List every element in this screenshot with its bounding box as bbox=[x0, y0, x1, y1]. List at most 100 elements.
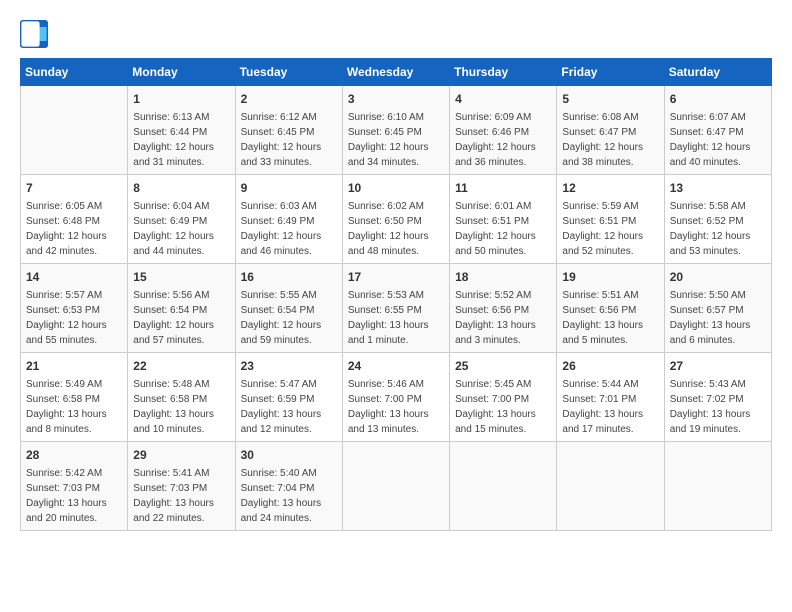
calendar-cell: 22 Sunrise: 5:48 AM Sunset: 6:58 PM Dayli… bbox=[128, 353, 235, 442]
cell-content: Sunrise: 5:42 AM Sunset: 7:03 PM Dayligh… bbox=[26, 466, 122, 526]
day-number: 16 bbox=[241, 268, 337, 286]
cell-content: Sunrise: 5:55 AM Sunset: 6:54 PM Dayligh… bbox=[241, 288, 337, 348]
header-row: SundayMondayTuesdayWednesdayThursdayFrid… bbox=[21, 59, 772, 86]
calendar-cell: 14 Sunrise: 5:57 AM Sunset: 6:53 PM Dayli… bbox=[21, 264, 128, 353]
cell-content: Sunrise: 6:10 AM Sunset: 6:45 PM Dayligh… bbox=[348, 110, 444, 170]
calendar-cell: 26 Sunrise: 5:44 AM Sunset: 7:01 PM Dayli… bbox=[557, 353, 664, 442]
logo bbox=[20, 20, 52, 48]
calendar-cell: 25 Sunrise: 5:45 AM Sunset: 7:00 PM Dayli… bbox=[450, 353, 557, 442]
cell-content: Sunrise: 5:57 AM Sunset: 6:53 PM Dayligh… bbox=[26, 288, 122, 348]
day-number: 20 bbox=[670, 268, 766, 286]
col-header-saturday: Saturday bbox=[664, 59, 771, 86]
day-number: 9 bbox=[241, 179, 337, 197]
calendar-cell: 23 Sunrise: 5:47 AM Sunset: 6:59 PM Dayli… bbox=[235, 353, 342, 442]
day-number: 13 bbox=[670, 179, 766, 197]
cell-content: Sunrise: 5:56 AM Sunset: 6:54 PM Dayligh… bbox=[133, 288, 229, 348]
day-number: 26 bbox=[562, 357, 658, 375]
calendar-cell: 10Sunrise: 6:02 AM Sunset: 6:50 PM Dayli… bbox=[342, 175, 449, 264]
cell-content: Sunrise: 6:09 AM Sunset: 6:46 PM Dayligh… bbox=[455, 110, 551, 170]
day-number: 19 bbox=[562, 268, 658, 286]
calendar-cell bbox=[342, 442, 449, 531]
week-row-4: 21Sunrise: 5:49 AM Sunset: 6:58 PM Dayli… bbox=[21, 353, 772, 442]
cell-content: Sunrise: 5:46 AM Sunset: 7:00 PM Dayligh… bbox=[348, 377, 444, 437]
calendar-cell: 12Sunrise: 5:59 AM Sunset: 6:51 PM Dayli… bbox=[557, 175, 664, 264]
calendar-cell: 27Sunrise: 5:43 AM Sunset: 7:02 PM Dayli… bbox=[664, 353, 771, 442]
calendar-cell: 4 Sunrise: 6:09 AM Sunset: 6:46 PM Daylig… bbox=[450, 86, 557, 175]
day-number: 1 bbox=[133, 90, 229, 108]
calendar-cell bbox=[664, 442, 771, 531]
day-number: 27 bbox=[670, 357, 766, 375]
col-header-monday: Monday bbox=[128, 59, 235, 86]
cell-content: Sunrise: 5:58 AM Sunset: 6:52 PM Dayligh… bbox=[670, 199, 766, 259]
cell-content: Sunrise: 5:41 AM Sunset: 7:03 PM Dayligh… bbox=[133, 466, 229, 526]
col-header-thursday: Thursday bbox=[450, 59, 557, 86]
calendar-cell: 19Sunrise: 5:51 AM Sunset: 6:56 PM Dayli… bbox=[557, 264, 664, 353]
cell-content: Sunrise: 6:13 AM Sunset: 6:44 PM Dayligh… bbox=[133, 110, 229, 170]
week-row-5: 28 Sunrise: 5:42 AM Sunset: 7:03 PM Dayli… bbox=[21, 442, 772, 531]
calendar-cell: 11 Sunrise: 6:01 AM Sunset: 6:51 PM Dayli… bbox=[450, 175, 557, 264]
day-number: 15 bbox=[133, 268, 229, 286]
calendar-cell: 1 Sunrise: 6:13 AM Sunset: 6:44 PM Daylig… bbox=[128, 86, 235, 175]
calendar-cell: 30 Sunrise: 5:40 AM Sunset: 7:04 PM Dayli… bbox=[235, 442, 342, 531]
calendar-cell: 28 Sunrise: 5:42 AM Sunset: 7:03 PM Dayli… bbox=[21, 442, 128, 531]
day-number: 18 bbox=[455, 268, 551, 286]
day-number: 7 bbox=[26, 179, 122, 197]
cell-content: Sunrise: 5:40 AM Sunset: 7:04 PM Dayligh… bbox=[241, 466, 337, 526]
day-number: 4 bbox=[455, 90, 551, 108]
day-number: 2 bbox=[241, 90, 337, 108]
week-row-3: 14 Sunrise: 5:57 AM Sunset: 6:53 PM Dayli… bbox=[21, 264, 772, 353]
day-number: 12 bbox=[562, 179, 658, 197]
day-number: 30 bbox=[241, 446, 337, 464]
calendar-cell: 5 Sunrise: 6:08 AM Sunset: 6:47 PM Daylig… bbox=[557, 86, 664, 175]
day-number: 29 bbox=[133, 446, 229, 464]
calendar-cell: 3 Sunrise: 6:10 AM Sunset: 6:45 PM Daylig… bbox=[342, 86, 449, 175]
calendar-cell bbox=[557, 442, 664, 531]
day-number: 23 bbox=[241, 357, 337, 375]
cell-content: Sunrise: 5:44 AM Sunset: 7:01 PM Dayligh… bbox=[562, 377, 658, 437]
cell-content: Sunrise: 6:01 AM Sunset: 6:51 PM Dayligh… bbox=[455, 199, 551, 259]
day-number: 22 bbox=[133, 357, 229, 375]
logo-icon bbox=[20, 20, 48, 48]
cell-content: Sunrise: 5:45 AM Sunset: 7:00 PM Dayligh… bbox=[455, 377, 551, 437]
calendar-cell: 2 Sunrise: 6:12 AM Sunset: 6:45 PM Daylig… bbox=[235, 86, 342, 175]
cell-content: Sunrise: 5:53 AM Sunset: 6:55 PM Dayligh… bbox=[348, 288, 444, 348]
calendar-cell bbox=[21, 86, 128, 175]
cell-content: Sunrise: 5:50 AM Sunset: 6:57 PM Dayligh… bbox=[670, 288, 766, 348]
col-header-sunday: Sunday bbox=[21, 59, 128, 86]
col-header-tuesday: Tuesday bbox=[235, 59, 342, 86]
cell-content: Sunrise: 5:48 AM Sunset: 6:58 PM Dayligh… bbox=[133, 377, 229, 437]
week-row-2: 7 Sunrise: 6:05 AM Sunset: 6:48 PM Daylig… bbox=[21, 175, 772, 264]
col-header-wednesday: Wednesday bbox=[342, 59, 449, 86]
day-number: 5 bbox=[562, 90, 658, 108]
calendar-cell: 20 Sunrise: 5:50 AM Sunset: 6:57 PM Dayli… bbox=[664, 264, 771, 353]
calendar-table: SundayMondayTuesdayWednesdayThursdayFrid… bbox=[20, 58, 772, 531]
cell-content: Sunrise: 5:47 AM Sunset: 6:59 PM Dayligh… bbox=[241, 377, 337, 437]
calendar-cell: 17Sunrise: 5:53 AM Sunset: 6:55 PM Dayli… bbox=[342, 264, 449, 353]
col-header-friday: Friday bbox=[557, 59, 664, 86]
calendar-cell bbox=[450, 442, 557, 531]
calendar-cell: 16 Sunrise: 5:55 AM Sunset: 6:54 PM Dayli… bbox=[235, 264, 342, 353]
day-number: 14 bbox=[26, 268, 122, 286]
calendar-cell: 13 Sunrise: 5:58 AM Sunset: 6:52 PM Dayli… bbox=[664, 175, 771, 264]
calendar-cell: 29 Sunrise: 5:41 AM Sunset: 7:03 PM Dayli… bbox=[128, 442, 235, 531]
day-number: 25 bbox=[455, 357, 551, 375]
calendar-cell: 18Sunrise: 5:52 AM Sunset: 6:56 PM Dayli… bbox=[450, 264, 557, 353]
calendar-cell: 21Sunrise: 5:49 AM Sunset: 6:58 PM Dayli… bbox=[21, 353, 128, 442]
cell-content: Sunrise: 5:49 AM Sunset: 6:58 PM Dayligh… bbox=[26, 377, 122, 437]
cell-content: Sunrise: 6:05 AM Sunset: 6:48 PM Dayligh… bbox=[26, 199, 122, 259]
cell-content: Sunrise: 6:08 AM Sunset: 6:47 PM Dayligh… bbox=[562, 110, 658, 170]
day-number: 3 bbox=[348, 90, 444, 108]
cell-content: Sunrise: 6:12 AM Sunset: 6:45 PM Dayligh… bbox=[241, 110, 337, 170]
day-number: 11 bbox=[455, 179, 551, 197]
day-number: 28 bbox=[26, 446, 122, 464]
day-number: 6 bbox=[670, 90, 766, 108]
calendar-cell: 7 Sunrise: 6:05 AM Sunset: 6:48 PM Daylig… bbox=[21, 175, 128, 264]
day-number: 8 bbox=[133, 179, 229, 197]
cell-content: Sunrise: 6:07 AM Sunset: 6:47 PM Dayligh… bbox=[670, 110, 766, 170]
week-row-1: 1 Sunrise: 6:13 AM Sunset: 6:44 PM Daylig… bbox=[21, 86, 772, 175]
page-header bbox=[20, 20, 772, 48]
calendar-cell: 24 Sunrise: 5:46 AM Sunset: 7:00 PM Dayli… bbox=[342, 353, 449, 442]
calendar-cell: 6 Sunrise: 6:07 AM Sunset: 6:47 PM Daylig… bbox=[664, 86, 771, 175]
cell-content: Sunrise: 6:03 AM Sunset: 6:49 PM Dayligh… bbox=[241, 199, 337, 259]
day-number: 24 bbox=[348, 357, 444, 375]
